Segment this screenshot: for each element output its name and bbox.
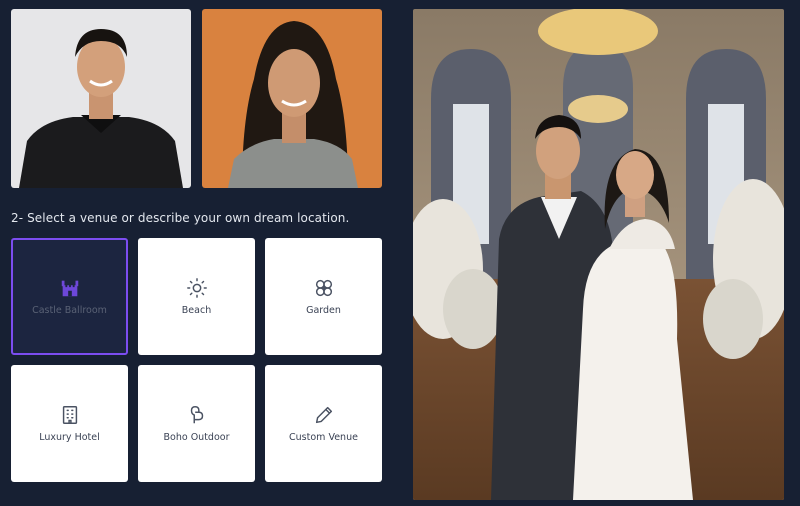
venue-option-luxury-hotel[interactable]: Luxury Hotel bbox=[11, 365, 128, 482]
generated-wedding-image bbox=[413, 9, 784, 500]
uploaded-photo-person-two[interactable] bbox=[202, 9, 382, 188]
sun-icon bbox=[186, 278, 207, 298]
uploaded-photo-person-one[interactable] bbox=[11, 9, 191, 188]
venue-option-label: Boho Outdoor bbox=[163, 432, 230, 443]
pencil-icon bbox=[315, 406, 332, 424]
venue-option-label: Garden bbox=[306, 305, 341, 316]
venue-option-boho-outdoor[interactable]: Boho Outdoor bbox=[138, 365, 255, 482]
wedding-portrait-image bbox=[413, 9, 784, 500]
venue-option-label: Custom Venue bbox=[289, 432, 358, 443]
feather-icon bbox=[190, 406, 203, 424]
venue-option-label: Castle Ballroom bbox=[32, 305, 107, 316]
venue-grid: Castle Ballroom Beach Garden Luxury Hote… bbox=[11, 238, 382, 482]
castle-icon bbox=[61, 280, 78, 297]
venue-option-beach[interactable]: Beach bbox=[138, 238, 255, 355]
venue-option-castle-ballroom[interactable]: Castle Ballroom bbox=[11, 238, 128, 355]
building-icon bbox=[62, 406, 77, 424]
portrait-woman-image bbox=[202, 9, 382, 188]
venue-step-prompt: 2- Select a venue or describe your own d… bbox=[11, 211, 350, 225]
venue-option-label: Luxury Hotel bbox=[39, 432, 100, 443]
venue-option-label: Beach bbox=[181, 305, 212, 316]
venue-option-garden[interactable]: Garden bbox=[265, 238, 382, 355]
portrait-man-image bbox=[11, 9, 191, 188]
flower-icon bbox=[315, 279, 332, 297]
venue-option-custom-venue[interactable]: Custom Venue bbox=[265, 365, 382, 482]
